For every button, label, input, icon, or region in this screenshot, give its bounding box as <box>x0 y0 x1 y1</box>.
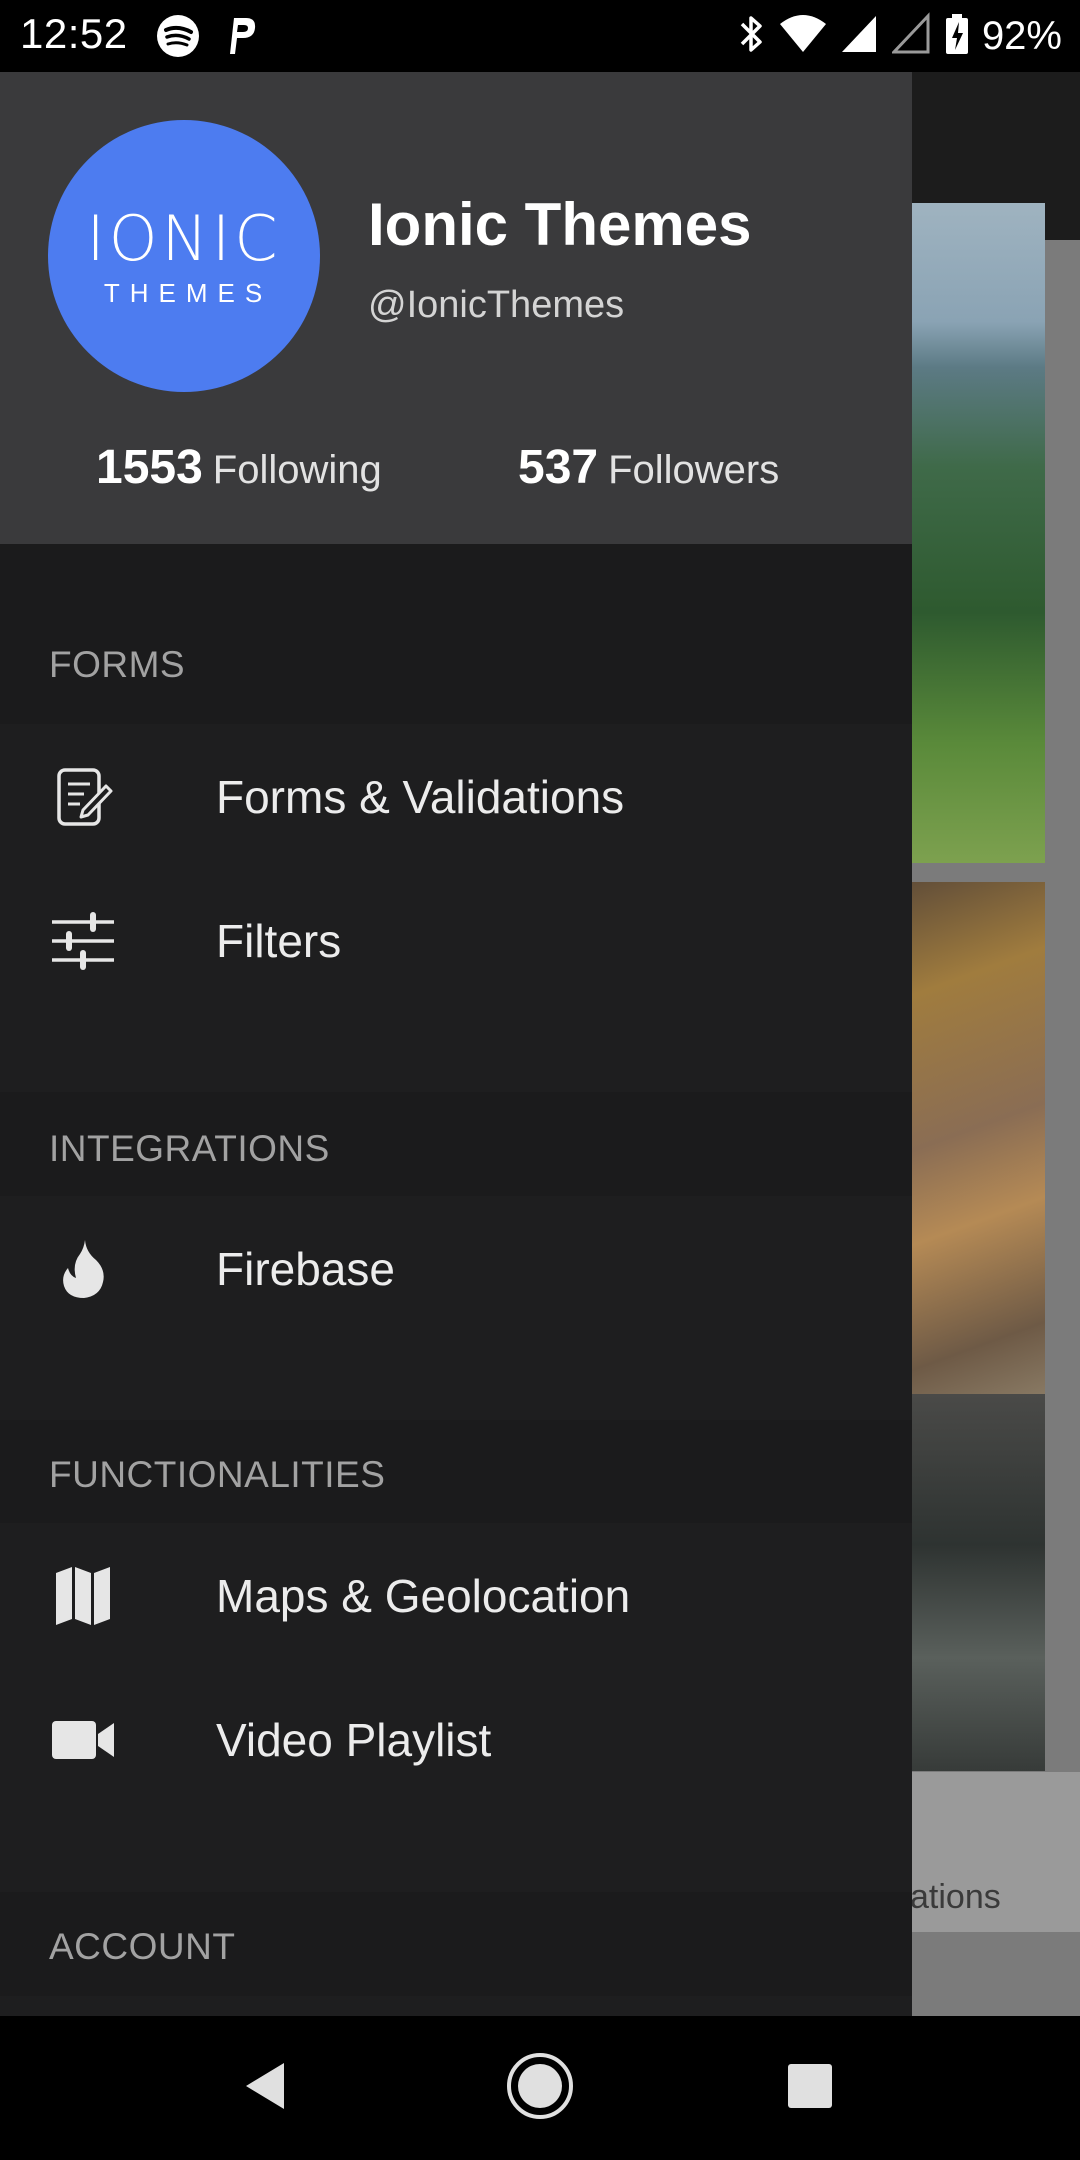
menu-label-maps-geolocation: Maps & Geolocation <box>216 1570 631 1622</box>
account-items-band <box>0 1996 912 2016</box>
status-time: 12:52 <box>20 10 128 57</box>
profile-header: IONIC THEMES Ionic Themes @IonicThemes 1… <box>0 72 912 544</box>
section-title-forms: FORMS <box>49 644 186 685</box>
followers-label: Followers <box>608 448 780 492</box>
logo-ionic-text: IONIC <box>86 202 282 275</box>
followers-stat[interactable]: 537 Followers <box>518 440 779 495</box>
profile-name: Ionic Themes <box>368 191 752 258</box>
flame-icon <box>50 1236 116 1302</box>
avatar[interactable]: IONIC THEMES <box>48 120 320 392</box>
home-button[interactable] <box>480 2016 600 2160</box>
document-edit-icon <box>50 764 116 830</box>
map-icon <box>50 1563 116 1629</box>
status-bar: 12:52 92% <box>0 0 1080 72</box>
signal-icon <box>840 12 880 61</box>
home-icon <box>505 2051 575 2126</box>
bluetooth-icon <box>736 12 766 61</box>
recents-icon <box>786 2062 834 2115</box>
profile-handle: @IonicThemes <box>368 284 625 326</box>
back-button[interactable] <box>206 2016 326 2160</box>
followers-count: 537 <box>518 441 599 494</box>
menu-label-firebase: Firebase <box>216 1243 395 1295</box>
menu-label-forms-validations: Forms & Validations <box>216 771 625 823</box>
section-title-account: ACCOUNT <box>49 1926 236 1967</box>
videocam-icon <box>50 1707 116 1773</box>
recents-button[interactable] <box>750 2016 870 2160</box>
back-icon <box>242 2060 290 2117</box>
sliders-icon <box>50 908 116 974</box>
section-title-functionalities: FUNCTIONALITIES <box>49 1454 386 1495</box>
menu-item-maps-geolocation[interactable]: Maps & Geolocation <box>0 1523 912 1667</box>
battery-percentage: 92% <box>981 14 1062 58</box>
wifi-icon <box>778 12 828 61</box>
battery-charging-icon <box>944 12 970 61</box>
menu-item-filters[interactable]: Filters <box>0 868 912 1012</box>
logo-themes-text: THEMES <box>103 278 273 308</box>
spotify-icon <box>156 14 200 63</box>
menu-item-forms-validations[interactable]: Forms & Validations <box>0 724 912 868</box>
system-navigation-bar <box>0 2016 1080 2160</box>
menu-item-video-playlist[interactable]: Video Playlist <box>0 1667 912 1811</box>
menu-label-video-playlist: Video Playlist <box>216 1714 492 1766</box>
following-label: Following <box>212 448 382 492</box>
background-tab-label: ations <box>910 1878 1001 1916</box>
following-stat[interactable]: 1553 Following <box>96 440 382 495</box>
signal-empty-icon <box>890 12 932 61</box>
menu-label-filters: Filters <box>216 915 342 967</box>
following-count: 1553 <box>96 441 203 494</box>
menu-item-firebase[interactable]: Firebase <box>0 1196 912 1340</box>
parking-icon <box>224 14 258 63</box>
section-title-integrations: INTEGRATIONS <box>49 1128 330 1169</box>
side-menu-drawer: IONIC THEMES Ionic Themes @IonicThemes 1… <box>0 72 912 2016</box>
